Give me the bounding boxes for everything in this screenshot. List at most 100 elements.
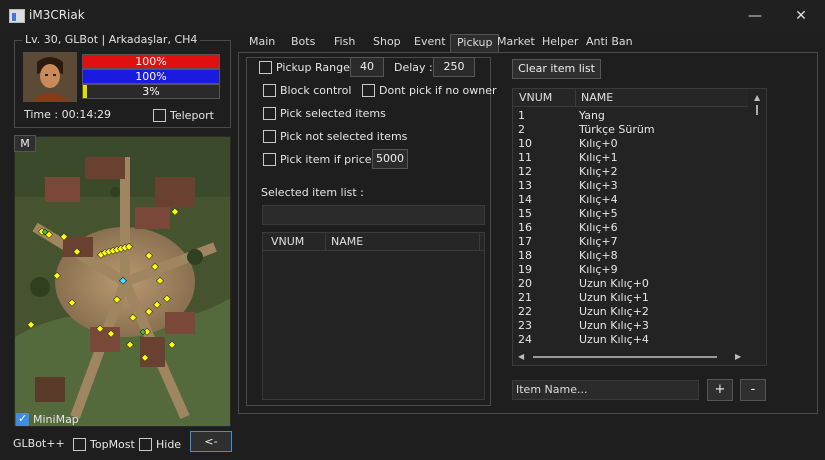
- item-table-row[interactable]: 13 Kılıç+3: [513, 179, 766, 193]
- remove-item-button[interactable]: -: [740, 379, 766, 401]
- selected-name-header[interactable]: NAME: [331, 235, 363, 248]
- teleport-checkbox[interactable]: Teleport: [153, 108, 214, 122]
- topmost-checkbox[interactable]: TopMost: [73, 437, 135, 451]
- minimap-checkbox-box[interactable]: [16, 412, 29, 426]
- item-name: Kılıç+4: [579, 193, 618, 206]
- item-table-row[interactable]: 17 Kılıç+7: [513, 235, 766, 249]
- item-table-row[interactable]: 18 Kılıç+8: [513, 249, 766, 263]
- item-table-row[interactable]: 2 Türkçe Sürüm: [513, 123, 766, 137]
- topmost-checkbox-box[interactable]: [73, 437, 86, 451]
- pickup-range-checkbox[interactable]: Pickup Range :: [259, 60, 357, 74]
- minimize-button[interactable]: —: [735, 6, 775, 26]
- item-vnum: 22: [518, 305, 532, 318]
- minimap-label: MiniMap: [33, 412, 79, 426]
- pickup-range-label: Pickup Range :: [276, 60, 358, 74]
- item-vnum: 19: [518, 263, 532, 276]
- item-table-row[interactable]: 14 Kılıç+4: [513, 193, 766, 207]
- item-table-row[interactable]: 11 Kılıç+1: [513, 151, 766, 165]
- item-name: Uzun Kılıç+4: [579, 333, 649, 346]
- selected-item-list-label: Selected item list :: [261, 186, 364, 199]
- vnum-header[interactable]: VNUM: [519, 91, 552, 104]
- block-control-checkbox-box[interactable]: [263, 83, 276, 97]
- window-title: iM3CRiak: [29, 8, 85, 22]
- item-table-row[interactable]: 20 Uzun Kılıç+0: [513, 277, 766, 291]
- item-table-row[interactable]: 12 Kılıç+2: [513, 165, 766, 179]
- clear-item-list-button[interactable]: Clear item list: [512, 59, 601, 79]
- item-vnum: 16: [518, 221, 532, 234]
- pick-item-if-price-checkbox[interactable]: Pick item if price >: [263, 152, 384, 166]
- item-table-hscrollbar[interactable]: ◀ ▶: [513, 349, 749, 365]
- tab-market[interactable]: Market: [491, 34, 541, 52]
- exp-bar: 3%: [82, 84, 220, 99]
- tab-main[interactable]: Main: [243, 34, 281, 52]
- pick-selected-items-checkbox-box[interactable]: [263, 106, 276, 120]
- close-button[interactable]: ✕: [781, 6, 821, 26]
- item-table-row[interactable]: 10 Kılıç+0: [513, 137, 766, 151]
- item-vnum: 2: [518, 123, 525, 136]
- item-name: Uzun Kılıç+1: [579, 291, 649, 304]
- delay-label: Delay :: [394, 61, 433, 74]
- app-icon: [9, 9, 25, 23]
- scroll-up-icon[interactable]: ▲: [754, 93, 760, 102]
- delay-input[interactable]: 250: [433, 57, 475, 77]
- item-vnum: 1: [518, 109, 525, 122]
- item-table-vscrollbar[interactable]: ▲: [748, 89, 766, 349]
- tab-helper[interactable]: Helper: [536, 34, 584, 52]
- pick-selected-items-checkbox[interactable]: Pick selected items: [263, 106, 386, 120]
- dont-pick-if-no-owner-checkbox-box[interactable]: [362, 83, 375, 97]
- exp-bar-fill: [83, 85, 88, 98]
- map-m-button[interactable]: M: [14, 135, 36, 152]
- teleport-checkbox-box[interactable]: [153, 108, 166, 122]
- hscroll-thumb[interactable]: [533, 356, 717, 358]
- item-table-row[interactable]: 23 Uzun Kılıç+3: [513, 319, 766, 333]
- item-vnum: 21: [518, 291, 532, 304]
- scroll-right-icon[interactable]: ▶: [735, 352, 741, 361]
- item-name-input[interactable]: Item Name...: [512, 380, 699, 400]
- pick-not-selected-items-checkbox[interactable]: Pick not selected items: [263, 129, 407, 143]
- tab-shop[interactable]: Shop: [367, 34, 407, 52]
- add-item-button[interactable]: +: [707, 379, 733, 401]
- name-header[interactable]: NAME: [581, 91, 613, 104]
- item-name: Uzun Kılıç+3: [579, 319, 649, 332]
- hide-checkbox-box[interactable]: [139, 437, 152, 451]
- selected-item-table[interactable]: VNUM NAME: [262, 232, 485, 400]
- pickup-range-input[interactable]: 40: [350, 57, 384, 77]
- item-table-row[interactable]: 24 Uzun Kılıç+4: [513, 333, 766, 347]
- price-input[interactable]: 5000: [372, 149, 408, 169]
- tab-bots[interactable]: Bots: [285, 34, 321, 52]
- vscroll-thumb[interactable]: [756, 105, 758, 115]
- item-name: Kılıç+1: [579, 151, 618, 164]
- scroll-left-icon[interactable]: ◀: [518, 352, 524, 361]
- selected-item-input[interactable]: [262, 205, 485, 225]
- item-table-row[interactable]: 19 Kılıç+9: [513, 263, 766, 277]
- teleport-label: Teleport: [170, 108, 214, 122]
- mp-bar: 100%: [82, 69, 220, 84]
- tab-anti-ban[interactable]: Anti Ban: [580, 34, 639, 52]
- tab-event[interactable]: Event: [408, 34, 452, 52]
- character-group-title: Lv. 30, GLBot | Arkadaşlar, CH4: [22, 33, 201, 46]
- item-name: Kılıç+6: [579, 221, 618, 234]
- item-table[interactable]: VNUM NAME 1 Yang 2 Türkçe Sürüm 10 Kılıç+0 11 K…: [512, 88, 767, 366]
- item-vnum: 15: [518, 207, 532, 220]
- item-table-row[interactable]: 16 Kılıç+6: [513, 221, 766, 235]
- dont-pick-if-no-owner-label: Dont pick if no owner: [379, 83, 497, 97]
- hide-label: Hide: [156, 437, 182, 451]
- pick-not-selected-items-checkbox-box[interactable]: [263, 129, 276, 143]
- minimap[interactable]: [14, 136, 231, 427]
- block-control-checkbox[interactable]: Block control: [263, 83, 351, 97]
- topmost-label: TopMost: [90, 437, 135, 451]
- back-button[interactable]: <-: [190, 431, 232, 452]
- item-table-row[interactable]: 15 Kılıç+5: [513, 207, 766, 221]
- pickup-range-checkbox-box[interactable]: [259, 60, 272, 74]
- tab-fish[interactable]: Fish: [328, 34, 361, 52]
- minimap-checkbox[interactable]: MiniMap: [16, 412, 79, 426]
- dont-pick-if-no-owner-checkbox[interactable]: Dont pick if no owner: [362, 83, 497, 97]
- item-table-row[interactable]: 1 Yang: [513, 109, 766, 123]
- item-table-row[interactable]: 22 Uzun Kılıç+2: [513, 305, 766, 319]
- item-name: Türkçe Sürüm: [579, 123, 655, 136]
- selected-vnum-header[interactable]: VNUM: [271, 235, 304, 248]
- pick-item-if-price-checkbox-box[interactable]: [263, 152, 276, 166]
- hide-checkbox[interactable]: Hide: [139, 437, 181, 451]
- item-table-row[interactable]: 21 Uzun Kılıç+1: [513, 291, 766, 305]
- item-name: Kılıç+2: [579, 165, 618, 178]
